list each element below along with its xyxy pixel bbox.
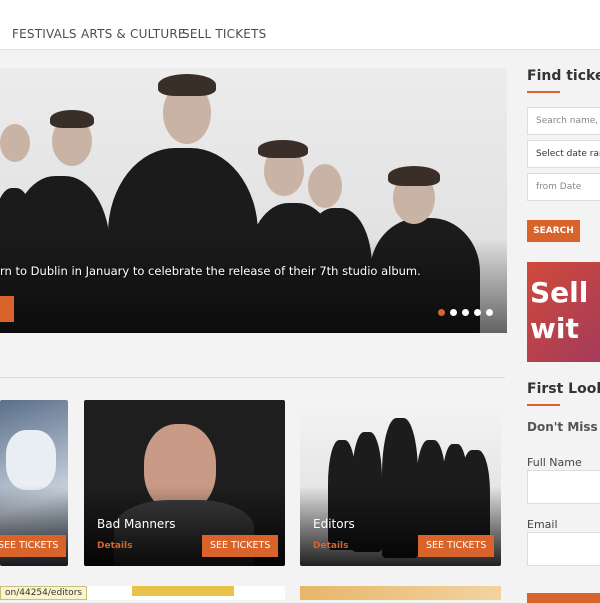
- first-look-heading: First Look: [527, 381, 600, 397]
- full-name-field[interactable]: [527, 470, 600, 504]
- dont-miss-text: Don't Miss Th: [527, 420, 600, 434]
- section-divider: [0, 377, 505, 378]
- event-card[interactable]: SEE TICKETS: [0, 400, 68, 566]
- sidebar: Find ticket Search name, r Select date r…: [527, 0, 600, 603]
- see-tickets-button[interactable]: SEE TICKETS: [0, 535, 67, 557]
- link-status-bar: on/44254/editors: [0, 586, 88, 600]
- find-tickets-heading: Find ticket: [527, 68, 600, 84]
- carousel-dot[interactable]: [462, 309, 469, 316]
- details-link[interactable]: Details: [313, 541, 348, 551]
- carousel-dots[interactable]: [438, 309, 493, 317]
- search-button[interactable]: SEARCH: [527, 220, 580, 242]
- carousel-dot[interactable]: [450, 309, 457, 316]
- signup-button[interactable]: [527, 593, 600, 603]
- card-image: [6, 430, 56, 490]
- card-image: [132, 586, 234, 596]
- search-input[interactable]: Search name, r: [527, 107, 600, 135]
- full-name-label: Full Name: [527, 456, 582, 469]
- email-label: Email: [527, 518, 558, 531]
- top-navigation: FESTIVALS ARTS & CULTURE SELL TICKETS: [0, 0, 600, 50]
- carousel-dot[interactable]: [438, 309, 445, 316]
- from-date-input[interactable]: from Date: [527, 173, 600, 201]
- nav-sell-tickets[interactable]: SELL TICKETS: [182, 27, 266, 41]
- card-title: Editors: [313, 517, 355, 531]
- event-card[interactable]: Editors Details SEE TICKETS: [300, 400, 501, 566]
- carousel-dot[interactable]: [486, 309, 493, 316]
- carousel-dot[interactable]: [474, 309, 481, 316]
- nav-arts-culture[interactable]: ARTS & CULTURE: [81, 27, 186, 41]
- email-field[interactable]: [527, 532, 600, 566]
- date-range-select[interactable]: Select date ran: [527, 140, 600, 168]
- hero-caption: rn to Dublin in January to celebrate the…: [0, 264, 421, 278]
- details-link[interactable]: Details: [97, 541, 132, 551]
- sell-tickets-promo-banner[interactable]: Sell wit: [527, 262, 600, 362]
- card-title: Bad Manners: [97, 517, 176, 531]
- hero-carousel[interactable]: rn to Dublin in January to celebrate the…: [0, 68, 507, 333]
- event-card[interactable]: Bad Manners Details SEE TICKETS: [84, 400, 285, 566]
- event-card[interactable]: [300, 586, 501, 600]
- nav-festivals[interactable]: FESTIVALS: [12, 27, 77, 41]
- see-tickets-button[interactable]: SEE TICKETS: [418, 535, 495, 557]
- hero-cta-button[interactable]: [0, 296, 14, 322]
- see-tickets-button[interactable]: SEE TICKETS: [202, 535, 279, 557]
